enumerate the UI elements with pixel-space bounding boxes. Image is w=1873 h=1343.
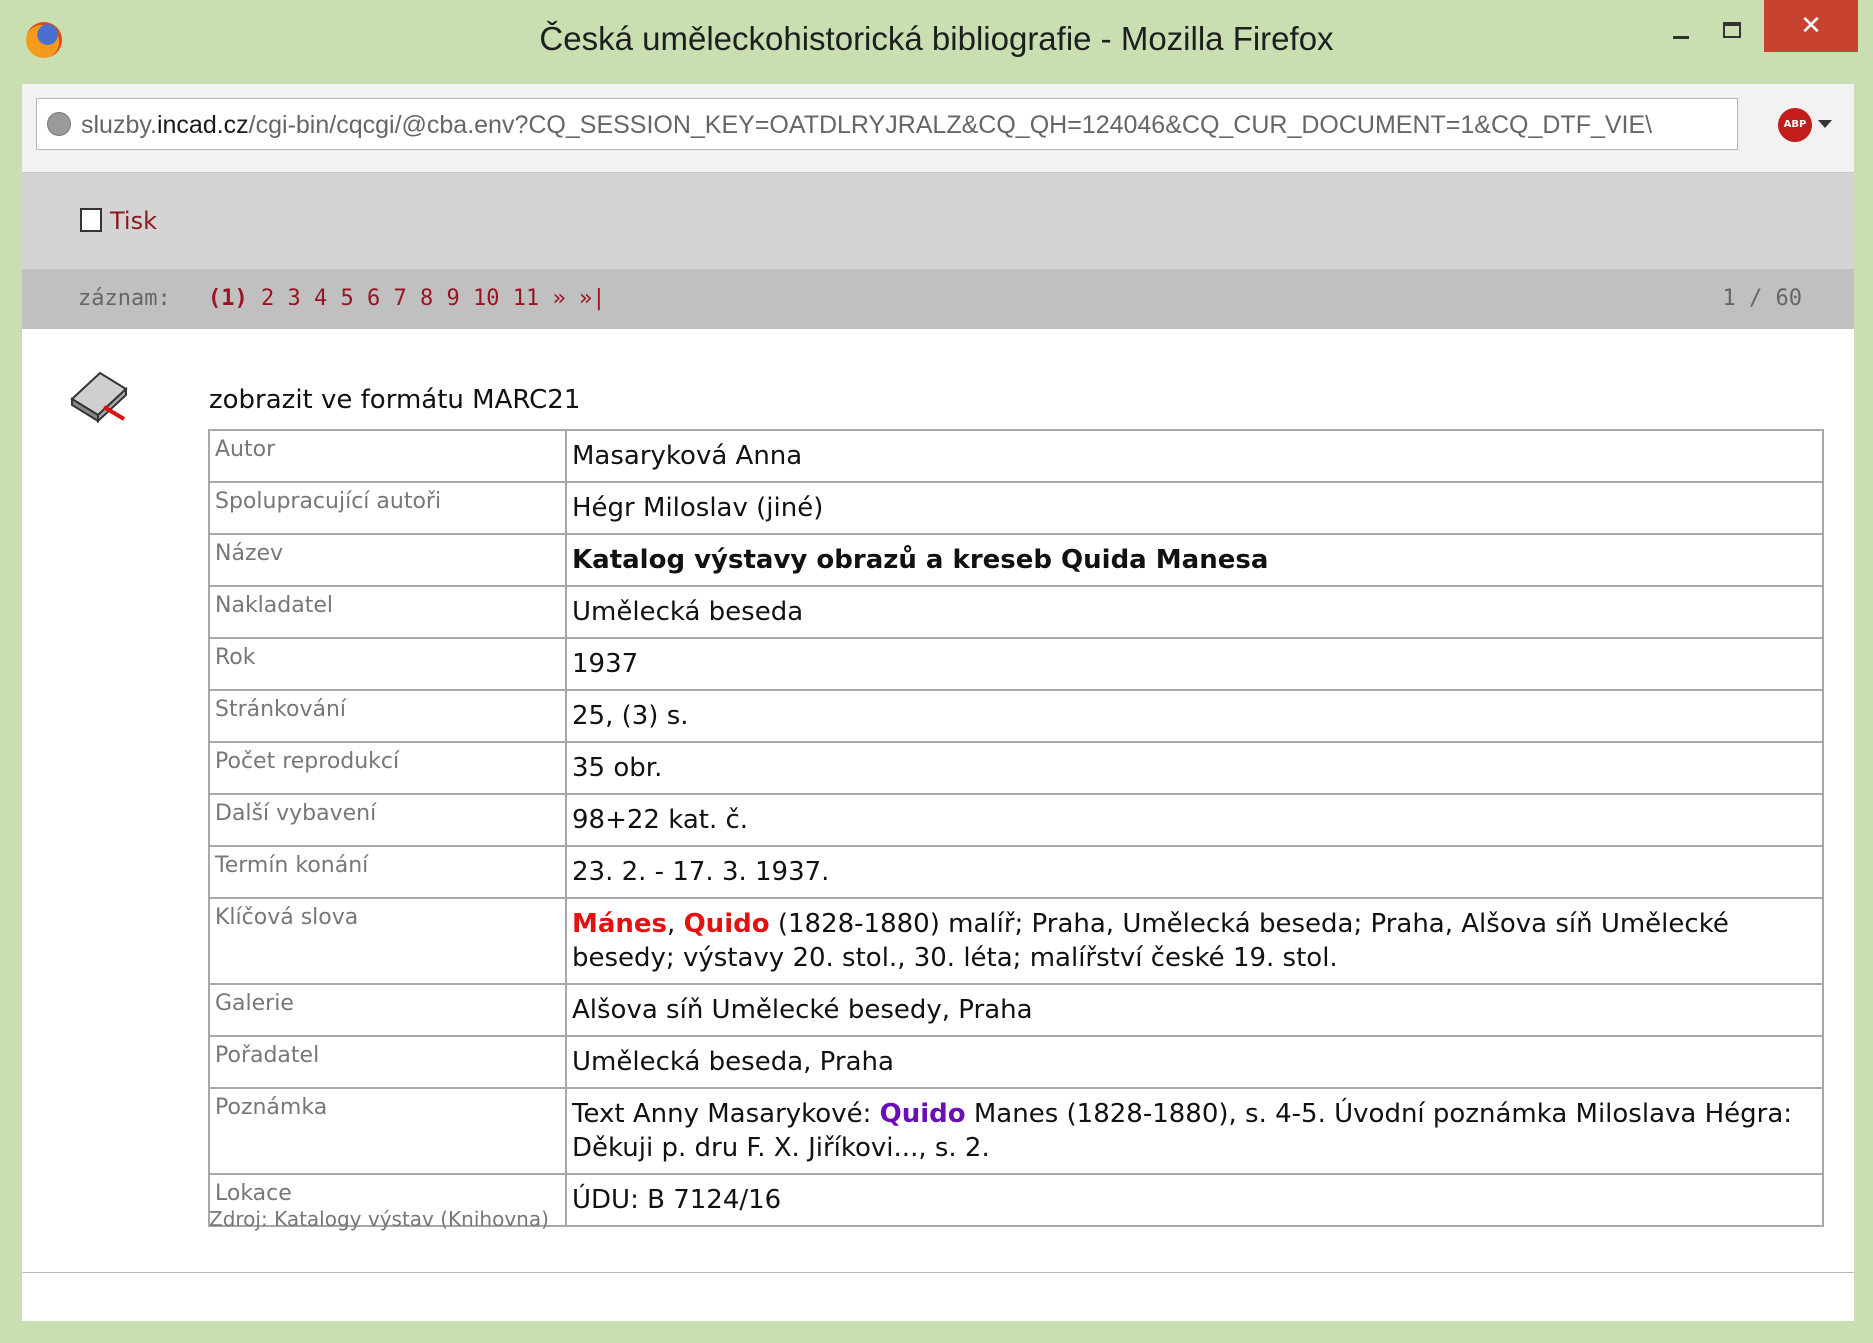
print-icon — [80, 208, 102, 232]
table-row: Další vybavení 98+22 kat. č. — [208, 793, 1824, 847]
url-text[interactable]: sluzby.incad.cz/cgi-bin/cqcgi/@cba.env?C… — [81, 111, 1721, 140]
table-row: Počet reprodukcí 35 obr. — [208, 741, 1824, 795]
record-title: Katalog výstavy obrazů a kreseb Quida Ma… — [565, 533, 1824, 587]
nav-pages: (1) 2 3 4 5 6 7 8 9 10 11 » »| — [208, 286, 606, 311]
keywords-value: Mánes, Quido (1828-1880) malíř; Praha, U… — [565, 897, 1824, 985]
print-label: Tisk — [110, 207, 157, 235]
nav-page-link[interactable]: 10 — [473, 286, 500, 311]
page-content: Tisk záznam: (1) 2 3 4 5 6 7 8 9 10 11 »… — [22, 173, 1854, 1273]
table-row: Název Katalog výstavy obrazů a kreseb Qu… — [208, 533, 1824, 587]
note-text-pre: Text Anny Masarykové: — [572, 1099, 880, 1129]
field-value: Alšova síň Umělecké besedy, Praha — [565, 983, 1824, 1037]
record-count: 1 / 60 — [1722, 286, 1802, 311]
field-label: Pořadatel — [208, 1035, 567, 1089]
field-value: Hégr Miloslav (jiné) — [565, 481, 1824, 535]
status-area — [22, 1272, 1854, 1321]
maximize-button[interactable] — [1723, 22, 1741, 38]
book-icon[interactable] — [64, 363, 134, 425]
field-value: 35 obr. — [565, 741, 1824, 795]
field-label: Poznámka — [208, 1087, 567, 1175]
url-prefix: sluzby. — [81, 111, 157, 139]
nav-page-link[interactable]: 5 — [341, 286, 354, 311]
nav-current-page: (1) — [208, 286, 248, 311]
url-rest: /cgi-bin/cqcgi/@cba.env?CQ_SESSION_KEY=O… — [248, 111, 1653, 139]
field-label: Galerie — [208, 983, 567, 1037]
table-row: Termín konání 23. 2. - 17. 3. 1937. — [208, 845, 1824, 899]
nav-page-link[interactable]: 8 — [420, 286, 433, 311]
field-value: 1937 — [565, 637, 1824, 691]
field-label: Stránkování — [208, 689, 567, 743]
url-field[interactable]: sluzby.incad.cz/cgi-bin/cqcgi/@cba.env?C… — [36, 98, 1738, 150]
field-label: Autor — [208, 429, 567, 483]
field-value: ÚDU: B 7124/16 — [565, 1173, 1824, 1227]
nav-label: záznam: — [78, 286, 171, 311]
table-row: Spolupracující autoři Hégr Miloslav (jin… — [208, 481, 1824, 535]
field-label: Další vybavení — [208, 793, 567, 847]
adblock-dropdown-icon[interactable] — [1818, 120, 1832, 128]
source-note: Zdroj: Katalogy výstav (Knihovna) — [209, 1207, 549, 1231]
url-domain: incad.cz — [156, 111, 249, 139]
nav-page-link[interactable]: 2 — [261, 286, 274, 311]
field-label: Rok — [208, 637, 567, 691]
record-table: Autor Masaryková Anna Spolupracující aut… — [208, 429, 1824, 1227]
nav-page-link[interactable]: 9 — [447, 286, 460, 311]
field-value: Umělecká beseda, Praha — [565, 1035, 1824, 1089]
address-bar-area: sluzby.incad.cz/cgi-bin/cqcgi/@cba.env?C… — [22, 84, 1854, 173]
close-button[interactable]: ✕ — [1764, 0, 1858, 52]
toolbar: Tisk — [22, 173, 1854, 269]
table-row: Nakladatel Umělecká beseda — [208, 585, 1824, 639]
record-navigation: záznam: (1) 2 3 4 5 6 7 8 9 10 11 » »| 1… — [22, 269, 1854, 329]
field-value: 25, (3) s. — [565, 689, 1824, 743]
title-bar: Česká uměleckohistorická bibliografie - … — [0, 0, 1873, 84]
nav-page-link[interactable]: 11 — [513, 286, 540, 311]
keyword-link-quido[interactable]: Quido — [684, 909, 770, 939]
table-row: Pořadatel Umělecká beseda, Praha — [208, 1035, 1824, 1089]
table-row: Klíčová slova Mánes, Quido (1828-1880) m… — [208, 897, 1824, 985]
nav-page-link[interactable]: 4 — [314, 286, 327, 311]
field-value: 23. 2. - 17. 3. 1937. — [565, 845, 1824, 899]
field-label: Termín konání — [208, 845, 567, 899]
field-label: Počet reprodukcí — [208, 741, 567, 795]
note-link-quido[interactable]: Quido — [880, 1099, 966, 1129]
table-row: Rok 1937 — [208, 637, 1824, 691]
globe-icon[interactable] — [47, 112, 71, 136]
minimize-button[interactable] — [1673, 36, 1689, 39]
print-button[interactable]: Tisk — [80, 207, 157, 237]
field-value: Masaryková Anna — [565, 429, 1824, 483]
nav-page-link[interactable]: 3 — [288, 286, 301, 311]
field-label: Klíčová slova — [208, 897, 567, 985]
table-row: Stránkování 25, (3) s. — [208, 689, 1824, 743]
table-row: Poznámka Text Anny Masarykové: Quido Man… — [208, 1087, 1824, 1175]
browser-window: Česká uměleckohistorická bibliografie - … — [0, 0, 1873, 1343]
field-label: Nakladatel — [208, 585, 567, 639]
field-value: Umělecká beseda — [565, 585, 1824, 639]
note-value: Text Anny Masarykové: Quido Manes (1828-… — [565, 1087, 1824, 1175]
keyword-separator: , — [667, 909, 684, 939]
keyword-link-manes[interactable]: Mánes — [572, 909, 667, 939]
nav-page-link[interactable]: 7 — [394, 286, 407, 311]
marc21-link[interactable]: zobrazit ve formátu MARC21 — [209, 385, 580, 415]
window-title: Česká uměleckohistorická bibliografie - … — [539, 20, 1334, 57]
adblock-icon[interactable]: ABP — [1778, 108, 1812, 142]
table-row: Autor Masaryková Anna — [208, 429, 1824, 483]
record-detail: zobrazit ve formátu MARC21 Autor Masaryk… — [22, 329, 1854, 1273]
field-label: Název — [208, 533, 567, 587]
nav-page-link[interactable]: 6 — [367, 286, 380, 311]
field-label: Spolupracující autoři — [208, 481, 567, 535]
field-value: 98+22 kat. č. — [565, 793, 1824, 847]
nav-next-link[interactable]: » — [553, 286, 566, 311]
nav-last-link[interactable]: »| — [579, 286, 606, 311]
table-row: Galerie Alšova síň Umělecké besedy, Prah… — [208, 983, 1824, 1037]
